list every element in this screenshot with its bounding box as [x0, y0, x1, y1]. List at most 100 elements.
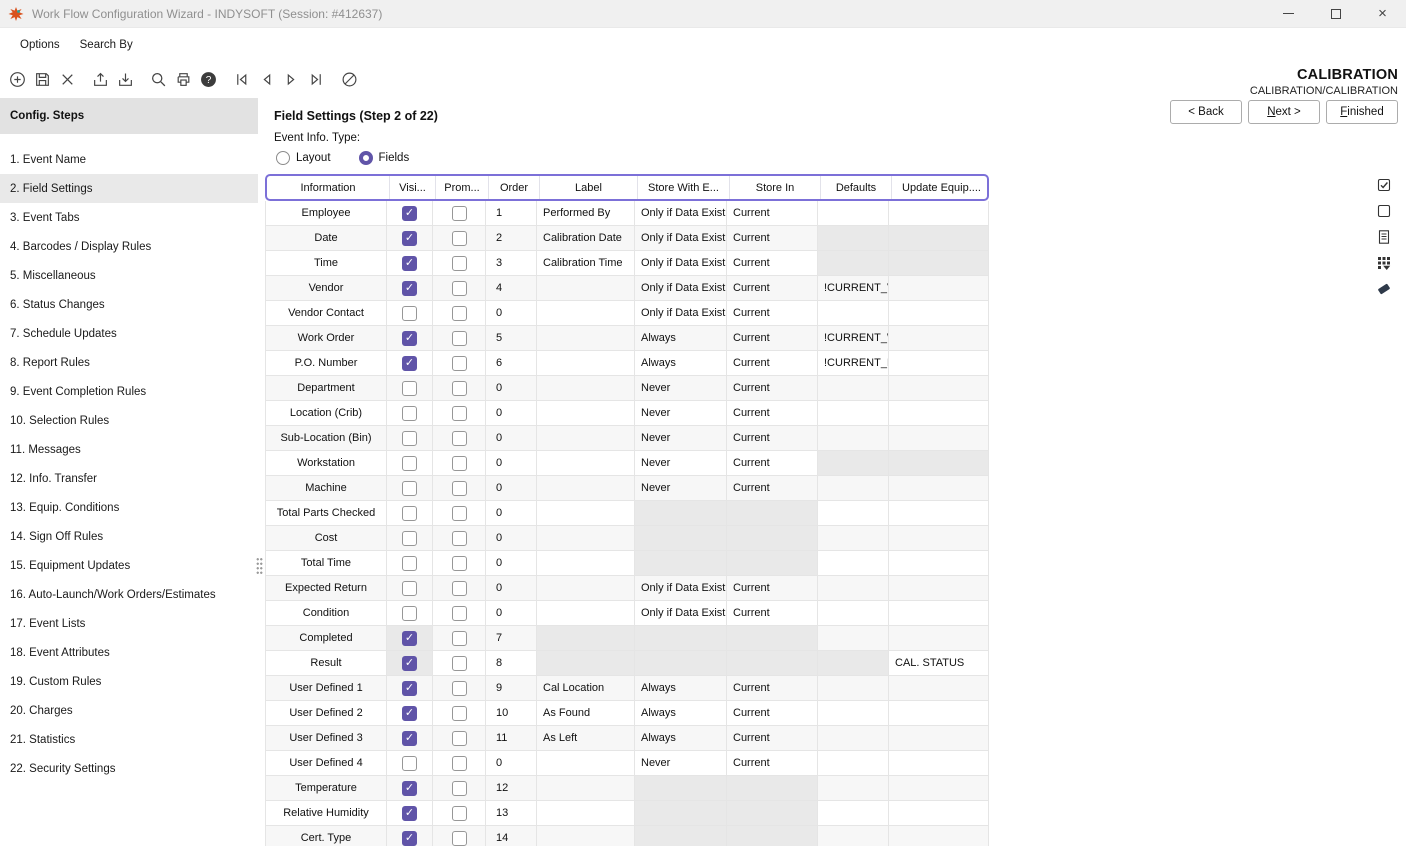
- visible-checkbox[interactable]: [402, 806, 417, 821]
- cell-update_equip[interactable]: [889, 376, 989, 401]
- sidebar-item-7-schedule-updates[interactable]: 7. Schedule Updates: [0, 319, 258, 348]
- visible-checkbox[interactable]: [402, 506, 417, 521]
- column-header-update_equip[interactable]: Update Equip....: [891, 176, 991, 199]
- column-header-defaults[interactable]: Defaults: [820, 176, 891, 199]
- prompt-checkbox[interactable]: [452, 481, 467, 496]
- column-header-store_in[interactable]: Store In: [729, 176, 820, 199]
- cell-information[interactable]: Temperature: [265, 776, 387, 801]
- cell-store_with[interactable]: Only if Data Exist: [635, 276, 727, 301]
- cell-store_in[interactable]: Current: [727, 701, 818, 726]
- visible-checkbox[interactable]: [402, 481, 417, 496]
- sidebar-item-14-sign-off-rules[interactable]: 14. Sign Off Rules: [0, 522, 258, 551]
- cell-order[interactable]: 0: [486, 401, 537, 426]
- radio-layout[interactable]: Layout: [276, 151, 331, 165]
- cell-order[interactable]: 2: [486, 226, 537, 251]
- sidebar-item-4-barcodes-display-rules[interactable]: 4. Barcodes / Display Rules: [0, 232, 258, 261]
- check-all-icon[interactable]: [1375, 176, 1393, 193]
- radio-fields[interactable]: Fields: [359, 151, 410, 165]
- prompt-checkbox[interactable]: [452, 306, 467, 321]
- sidebar-item-8-report-rules[interactable]: 8. Report Rules: [0, 348, 258, 377]
- visible-checkbox[interactable]: [402, 331, 417, 346]
- cell-order[interactable]: 14: [486, 826, 537, 846]
- save-icon[interactable]: [30, 66, 55, 92]
- sidebar-item-21-statistics[interactable]: 21. Statistics: [0, 725, 258, 754]
- cell-store_in[interactable]: [727, 776, 818, 801]
- visible-checkbox[interactable]: [402, 631, 417, 646]
- cell-information[interactable]: Work Order: [265, 326, 387, 351]
- cell-update_equip[interactable]: [889, 676, 989, 701]
- cell-update_equip[interactable]: [889, 201, 989, 226]
- cell-order[interactable]: 1: [486, 201, 537, 226]
- cell-store_in[interactable]: Current: [727, 726, 818, 751]
- cell-store_with[interactable]: Only if Data Exist: [635, 301, 727, 326]
- sidebar-item-11-messages[interactable]: 11. Messages: [0, 435, 258, 464]
- cell-store_in[interactable]: Current: [727, 676, 818, 701]
- prompt-checkbox[interactable]: [452, 756, 467, 771]
- import-icon[interactable]: [113, 66, 138, 92]
- cell-update_equip[interactable]: CAL. STATUS: [889, 651, 989, 676]
- sidebar-item-15-equipment-updates[interactable]: 15. Equipment Updates: [0, 551, 258, 580]
- visible-checkbox[interactable]: [402, 381, 417, 396]
- visible-checkbox[interactable]: [402, 706, 417, 721]
- cell-order[interactable]: 0: [486, 551, 537, 576]
- cell-store_with[interactable]: Never: [635, 426, 727, 451]
- sidebar-item-16-auto-launch-work-orders-estimates[interactable]: 16. Auto-Launch/Work Orders/Estimates: [0, 580, 258, 609]
- cell-store_with[interactable]: [635, 801, 727, 826]
- prompt-checkbox[interactable]: [452, 831, 467, 846]
- visible-checkbox[interactable]: [402, 781, 417, 796]
- sidebar-item-20-charges[interactable]: 20. Charges: [0, 696, 258, 725]
- cell-order[interactable]: 5: [486, 326, 537, 351]
- export-icon[interactable]: [88, 66, 113, 92]
- cell-information[interactable]: User Defined 2: [265, 701, 387, 726]
- cell-defaults[interactable]: [818, 751, 889, 776]
- cell-store_in[interactable]: [727, 501, 818, 526]
- cell-defaults[interactable]: [818, 651, 889, 676]
- cell-store_in[interactable]: Current: [727, 751, 818, 776]
- sidebar-item-22-security-settings[interactable]: 22. Security Settings: [0, 754, 258, 783]
- prompt-checkbox[interactable]: [452, 356, 467, 371]
- cell-store_with[interactable]: Never: [635, 451, 727, 476]
- cell-defaults[interactable]: [818, 526, 889, 551]
- cell-information[interactable]: Time: [265, 251, 387, 276]
- cell-information[interactable]: Date: [265, 226, 387, 251]
- cell-label[interactable]: [537, 376, 635, 401]
- cell-update_equip[interactable]: [889, 801, 989, 826]
- cell-information[interactable]: Condition: [265, 601, 387, 626]
- sidebar-item-3-event-tabs[interactable]: 3. Event Tabs: [0, 203, 258, 232]
- cell-update_equip[interactable]: [889, 351, 989, 376]
- prompt-checkbox[interactable]: [452, 631, 467, 646]
- cell-store_in[interactable]: Current: [727, 276, 818, 301]
- prompt-checkbox[interactable]: [452, 231, 467, 246]
- visible-checkbox[interactable]: [402, 681, 417, 696]
- cell-order[interactable]: 8: [486, 651, 537, 676]
- cell-label[interactable]: [537, 776, 635, 801]
- cell-store_with[interactable]: [635, 776, 727, 801]
- cell-store_in[interactable]: Current: [727, 476, 818, 501]
- cell-information[interactable]: Cost: [265, 526, 387, 551]
- cell-store_in[interactable]: Current: [727, 301, 818, 326]
- cell-label[interactable]: [537, 526, 635, 551]
- cell-store_with[interactable]: [635, 826, 727, 846]
- visible-checkbox[interactable]: [402, 531, 417, 546]
- cell-store_with[interactable]: Never: [635, 476, 727, 501]
- menu-options[interactable]: Options: [10, 33, 70, 57]
- previous-icon[interactable]: [254, 66, 279, 92]
- cell-label[interactable]: [537, 426, 635, 451]
- visible-checkbox[interactable]: [402, 356, 417, 371]
- sidebar-item-1-event-name[interactable]: 1. Event Name: [0, 145, 258, 174]
- cell-update_equip[interactable]: [889, 226, 989, 251]
- cell-label[interactable]: Calibration Time: [537, 251, 635, 276]
- cell-defaults[interactable]: [818, 726, 889, 751]
- cell-update_equip[interactable]: [889, 301, 989, 326]
- search-icon[interactable]: [146, 66, 171, 92]
- prompt-checkbox[interactable]: [452, 256, 467, 271]
- cell-information[interactable]: Cert. Type: [265, 826, 387, 846]
- prompt-checkbox[interactable]: [452, 781, 467, 796]
- cell-information[interactable]: Total Parts Checked: [265, 501, 387, 526]
- column-header-information[interactable]: Information: [267, 176, 389, 199]
- cell-defaults[interactable]: [818, 701, 889, 726]
- cell-order[interactable]: 0: [486, 426, 537, 451]
- prompt-checkbox[interactable]: [452, 731, 467, 746]
- visible-checkbox[interactable]: [402, 556, 417, 571]
- cell-store_with[interactable]: Always: [635, 351, 727, 376]
